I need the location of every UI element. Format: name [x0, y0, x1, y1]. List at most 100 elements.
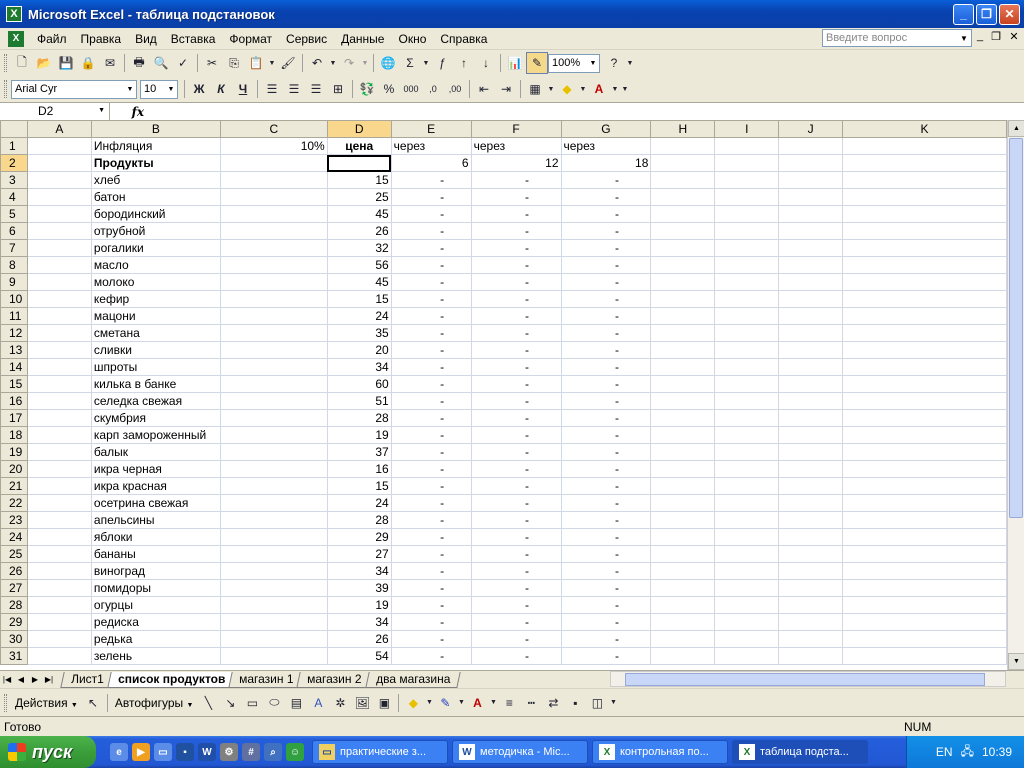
cell[interactable] [842, 222, 1007, 240]
print-icon[interactable]: 🖶 [128, 52, 150, 74]
cell[interactable] [219, 647, 328, 665]
arrow-icon[interactable]: ↘ [219, 692, 241, 714]
forecast-cell[interactable]: - [390, 409, 472, 427]
chevron-down-icon[interactable]: ▼ [165, 81, 177, 98]
vertical-scrollbar[interactable]: ▲ ▼ [1007, 120, 1024, 670]
align-right-icon[interactable]: ☰ [305, 78, 327, 100]
ask-question-input[interactable]: Введите вопрос [822, 29, 972, 47]
cell[interactable] [219, 528, 328, 546]
cell[interactable] [778, 222, 844, 240]
taskbar-button-excel-active[interactable]: Xтаблица подста... [732, 740, 868, 764]
forecast-cell[interactable]: - [390, 647, 472, 665]
hyperlink-icon[interactable]: 🌐 [377, 52, 399, 74]
cell[interactable] [842, 171, 1007, 189]
cell[interactable] [26, 494, 92, 512]
cell[interactable] [219, 239, 328, 257]
forecast-cell[interactable]: - [560, 324, 652, 342]
forecast-cell[interactable]: - [390, 477, 472, 495]
align-center-icon[interactable]: ☰ [283, 78, 305, 100]
forecast-cell[interactable]: - [390, 562, 472, 580]
product-name-cell[interactable]: отрубной [90, 222, 221, 240]
autoshapes-menu[interactable]: Автофигуры ▼ [111, 696, 198, 710]
first-sheet-icon[interactable]: |◀ [0, 675, 14, 684]
media-player-icon[interactable]: ▶ [132, 743, 150, 761]
column-header-c[interactable]: C [219, 120, 328, 138]
copy-icon[interactable]: ⎘ [223, 52, 245, 74]
forecast-cell[interactable]: - [560, 375, 652, 393]
product-name-cell[interactable]: помидоры [90, 579, 221, 597]
cell[interactable] [26, 477, 92, 495]
word-icon[interactable]: W [198, 743, 216, 761]
period-months-cell[interactable]: 18 [560, 154, 652, 172]
cell[interactable] [842, 256, 1007, 274]
cell[interactable] [778, 324, 844, 342]
currency-icon[interactable]: 💱 [356, 78, 378, 100]
forecast-cell[interactable]: - [470, 579, 562, 597]
vertical-scroll-thumb[interactable] [1009, 138, 1023, 518]
cell[interactable] [26, 205, 92, 223]
cell[interactable] [714, 426, 780, 444]
rectangle-icon[interactable]: ▭ [241, 692, 263, 714]
forecast-cell[interactable]: - [390, 630, 472, 648]
cell[interactable] [26, 426, 92, 444]
decrease-indent-icon[interactable]: ⇤ [473, 78, 495, 100]
price-cell[interactable]: 39 [326, 579, 392, 597]
column-header-h[interactable]: H [650, 120, 716, 138]
forecast-cell[interactable]: - [470, 528, 562, 546]
cell[interactable] [714, 273, 780, 291]
chart-wizard-icon[interactable]: 📊 [504, 52, 526, 74]
toolbar-options-icon[interactable]: ▼ [608, 692, 618, 714]
row-header[interactable]: 22 [0, 494, 28, 512]
cell[interactable] [842, 579, 1007, 597]
forecast-cell[interactable]: - [470, 477, 562, 495]
toolbar-grip[interactable] [4, 80, 7, 98]
forecast-cell[interactable]: - [560, 545, 652, 563]
row-header[interactable]: 6 [0, 222, 28, 240]
cell[interactable] [778, 171, 844, 189]
forecast-cell[interactable]: - [470, 562, 562, 580]
product-name-cell[interactable]: яблоки [90, 528, 221, 546]
cell[interactable] [650, 647, 716, 665]
menu-file[interactable]: Файл [30, 29, 74, 49]
cell[interactable] [714, 375, 780, 393]
cell[interactable] [778, 375, 844, 393]
price-cell[interactable]: 45 [326, 273, 392, 291]
cell[interactable] [26, 562, 92, 580]
cell[interactable] [26, 273, 92, 291]
row-header[interactable]: 10 [0, 290, 28, 308]
forecast-cell[interactable]: - [470, 375, 562, 393]
font-color-dropdown-icon[interactable]: ▼ [488, 692, 498, 714]
cell[interactable] [26, 545, 92, 563]
textbox-icon[interactable]: ▤ [285, 692, 307, 714]
period-months-cell[interactable]: 6 [390, 154, 472, 172]
product-name-cell[interactable]: бананы [90, 545, 221, 563]
sheet-tab-store-2[interactable]: магазин 2 [296, 671, 373, 688]
cell[interactable] [650, 171, 716, 189]
cell[interactable] [650, 545, 716, 563]
row-header[interactable]: 1 [0, 137, 28, 155]
menu-format[interactable]: Формат [222, 29, 279, 49]
price-cell[interactable]: 60 [326, 375, 392, 393]
bold-icon[interactable]: Ж [188, 78, 210, 100]
paste-dropdown-icon[interactable]: ▼ [267, 52, 277, 74]
insert-function-icon[interactable]: fx [110, 105, 150, 119]
column-header-k[interactable]: K [842, 120, 1007, 138]
forecast-cell[interactable]: - [390, 171, 472, 189]
open-icon[interactable]: 📂 [33, 52, 55, 74]
cell[interactable] [26, 307, 92, 325]
row-header[interactable]: 15 [0, 375, 28, 393]
row-header[interactable]: 25 [0, 545, 28, 563]
forecast-cell[interactable]: - [470, 324, 562, 342]
menu-insert[interactable]: Вставка [164, 29, 223, 49]
cell[interactable] [650, 579, 716, 597]
period-label-cell[interactable]: через [560, 137, 652, 155]
cell[interactable] [842, 630, 1007, 648]
forecast-cell[interactable]: - [390, 222, 472, 240]
inflation-value-cell[interactable]: 10% [219, 137, 328, 155]
cell[interactable] [778, 596, 844, 614]
row-header[interactable]: 2 [0, 154, 28, 172]
menu-window[interactable]: Окно [391, 29, 433, 49]
forecast-cell[interactable]: - [560, 460, 652, 478]
forecast-cell[interactable]: - [470, 409, 562, 427]
menu-view[interactable]: Вид [128, 29, 164, 49]
